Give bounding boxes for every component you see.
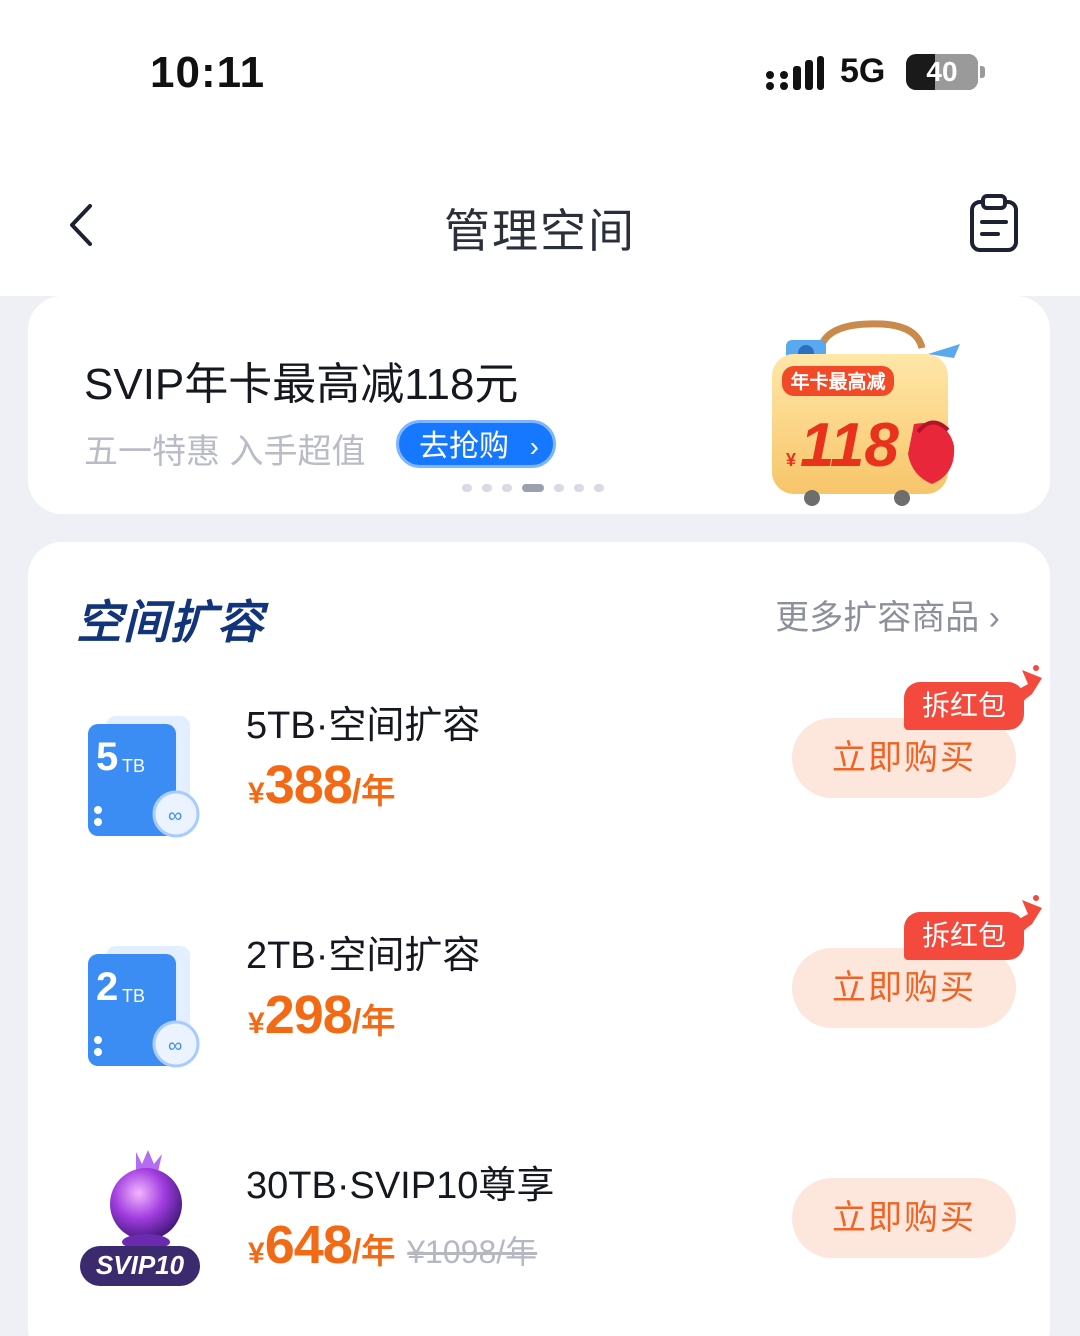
pager-dot: [594, 484, 604, 492]
original-price: ¥1098/年: [407, 1234, 538, 1270]
promo-amount-text: 118: [800, 411, 899, 480]
pager-dot: [462, 484, 472, 492]
buy-now-button[interactable]: 立即购买: [792, 948, 1016, 1028]
buy-now-button[interactable]: 立即购买: [792, 1178, 1016, 1258]
product-name: 5TB·空间扩容: [246, 705, 481, 747]
more-products-link[interactable]: 更多扩容商品 ›: [775, 590, 1000, 639]
promo-banner[interactable]: SVIP年卡最高减118元 五一特惠 入手超值 去抢购 › 年卡最高减 ¥ 11…: [28, 296, 1050, 514]
status-time: 10:11: [150, 48, 266, 97]
storage-drive-icon: ∞ 2 TB: [88, 946, 200, 1068]
product-name: 30TB·SVIP10尊享: [246, 1165, 555, 1207]
red-packet-tag: 拆红包: [904, 682, 1024, 730]
more-products-label: 更多扩容商品: [775, 599, 980, 637]
svg-text:5: 5: [96, 735, 118, 779]
pager-dot: [574, 484, 584, 492]
product-price: ¥388/年: [248, 755, 396, 815]
pager-dot: [554, 484, 564, 492]
expansion-card: 空间扩容 更多扩容商品 › ∞ 5 TB 5TB·空间扩容 ¥388/年 立即购…: [28, 542, 1050, 1336]
product-row[interactable]: SVIP10 30TB·SVIP10尊享 ¥648/年 ¥1098/年 立即购买: [28, 1150, 1050, 1334]
pager-dot: [502, 484, 512, 492]
storage-drive-icon: ∞ 5 TB: [88, 716, 200, 838]
buy-now-button[interactable]: 立即购买: [792, 718, 1016, 798]
svg-text:TB: TB: [122, 986, 145, 1006]
red-packet-tag: 拆红包: [904, 912, 1024, 960]
svip-crystal-icon: SVIP10: [80, 1150, 200, 1286]
product-name: 2TB·空间扩容: [246, 935, 481, 977]
svg-text:TB: TB: [122, 756, 145, 776]
top-bar: 10:11 5G 40 管理空间: [0, 0, 1080, 296]
banner-title: SVIP年卡最高减118元: [84, 360, 519, 409]
suitcase-promo-image: 年卡最高减 ¥ 118: [772, 320, 960, 506]
grab-button-label: 去抢购: [419, 430, 509, 463]
banner-subtitle: 五一特惠 入手超值: [84, 433, 366, 471]
battery-icon: 40: [906, 54, 978, 90]
signal-icon: [766, 56, 824, 90]
pager-dot-active: [522, 484, 544, 492]
svg-text:SVIP10: SVIP10: [96, 1250, 185, 1280]
network-type: 5G: [840, 52, 886, 90]
product-price: ¥298/年: [248, 985, 396, 1045]
chevron-right-icon: ›: [529, 431, 539, 462]
battery-tip: [980, 66, 985, 78]
carousel-pager: [462, 484, 604, 492]
product-row[interactable]: ∞ 5 TB 5TB·空间扩容 ¥388/年 立即购买 拆红包: [28, 665, 1050, 874]
clipboard-icon[interactable]: [968, 194, 1020, 252]
pager-dot: [482, 484, 492, 492]
product-price: ¥648/年 ¥1098/年: [248, 1215, 538, 1275]
battery-level: 40: [926, 56, 958, 87]
svg-text:∞: ∞: [168, 1035, 182, 1057]
product-row[interactable]: ∞ 2 TB 2TB·空间扩容 ¥298/年 立即购买 拆红包: [28, 895, 1050, 1104]
section-title: 空间扩容: [76, 596, 264, 648]
svg-text:2: 2: [96, 965, 118, 1009]
chevron-right-icon: ›: [988, 599, 1000, 637]
svg-text:∞: ∞: [168, 805, 182, 827]
svg-text:¥: ¥: [786, 450, 796, 470]
promo-badge-text: 年卡最高减: [790, 370, 885, 393]
grab-button[interactable]: 去抢购 ›: [396, 420, 556, 468]
page-title: 管理空间: [444, 205, 636, 257]
